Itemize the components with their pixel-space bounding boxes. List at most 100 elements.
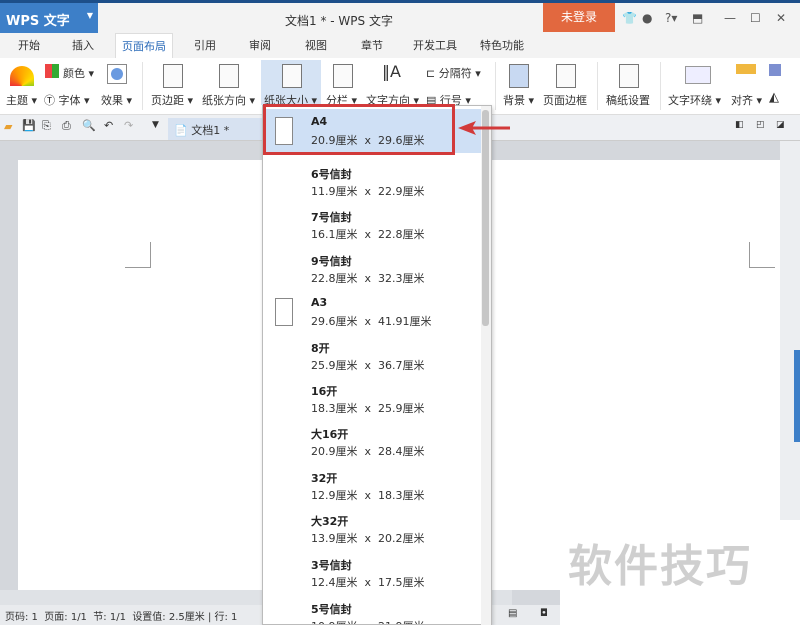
paper-size-name: 32开 bbox=[311, 472, 338, 485]
title-bar bbox=[0, 0, 800, 33]
paper-size-item[interactable]: 32开 12.9厘米 x 18.3厘米 bbox=[263, 464, 481, 508]
lamp-icon[interactable]: ◘ bbox=[540, 608, 548, 619]
tab-chapter[interactable]: 章节 bbox=[352, 33, 392, 58]
paper-size-icon bbox=[282, 64, 302, 88]
print-icon[interactable]: ⎙ bbox=[62, 119, 71, 133]
status-row: 行: 1 bbox=[214, 612, 238, 623]
paper-size-name: 5号信封 bbox=[311, 603, 352, 616]
paper-size-name: 大16开 bbox=[311, 428, 349, 441]
font-button[interactable]: Ⓣ 字体 ▾ bbox=[44, 92, 90, 108]
doc-status-icon[interactable]: ▤ bbox=[508, 608, 517, 619]
highlight-box bbox=[263, 104, 455, 155]
arrow-annotation-icon bbox=[458, 121, 510, 135]
output-icon[interactable]: ⎘ bbox=[42, 119, 51, 133]
paper-size-item[interactable]: A3 29.6厘米 x 41.91厘米 bbox=[263, 290, 481, 334]
close-icon[interactable]: ✕ bbox=[776, 11, 786, 25]
tab-view[interactable]: 视图 bbox=[296, 33, 336, 58]
undo-icon[interactable]: ↶ bbox=[104, 119, 113, 132]
tab-developer[interactable]: 开发工具 bbox=[405, 33, 465, 58]
layer-icon[interactable] bbox=[769, 64, 781, 76]
paper-size-dropdown: A4 20.9厘米 x 29.6厘米 6号信封 11.9厘米 x 22.9厘米 7号信封… bbox=[262, 105, 492, 625]
paper-size-dimensions: 18.3厘米 x 25.9厘米 bbox=[311, 402, 425, 415]
status-section: 节: 1/1 bbox=[93, 612, 126, 623]
margin-mark bbox=[125, 242, 151, 268]
tab-page-layout[interactable]: 页面布局 bbox=[115, 33, 173, 58]
doc-icon[interactable]: ◧ bbox=[735, 120, 744, 130]
paper-size-item[interactable]: 6号信封 11.9厘米 x 22.9厘米 bbox=[263, 160, 481, 204]
color-icon bbox=[45, 64, 59, 78]
paper-size-item[interactable]: 大16开 20.9厘米 x 28.4厘米 bbox=[263, 420, 481, 464]
paper-size-item[interactable]: 大32开 13.9厘米 x 20.2厘米 bbox=[263, 507, 481, 551]
columns-icon bbox=[333, 64, 353, 88]
paper-size-name: 6号信封 bbox=[311, 168, 352, 181]
history-icon[interactable]: ◰ bbox=[756, 120, 765, 130]
breaks-button[interactable]: ⊏ 分隔符 ▾ bbox=[426, 65, 481, 81]
maximize-icon[interactable]: ☐ bbox=[750, 11, 761, 25]
margin-mark bbox=[749, 242, 775, 268]
paper-size-name: 8开 bbox=[311, 342, 330, 355]
watermark: 软件技巧 bbox=[568, 541, 752, 592]
text-wrap-button[interactable]: 文字环绕 ▾ bbox=[668, 92, 721, 108]
paper-size-item[interactable]: 9号信封 22.8厘米 x 32.3厘米 bbox=[263, 247, 481, 291]
window-title: 文档1 * - WPS 文字 bbox=[285, 14, 393, 28]
paper-size-name: 16开 bbox=[311, 385, 338, 398]
effect-button[interactable]: 效果 ▾ bbox=[101, 92, 132, 108]
paper-size-name: 大32开 bbox=[311, 515, 349, 528]
color-button[interactable]: 颜色 ▾ bbox=[63, 65, 94, 81]
align-icon bbox=[736, 64, 756, 74]
paper-size-item[interactable]: 8开 25.9厘米 x 36.7厘米 bbox=[263, 334, 481, 378]
margins-button[interactable]: 页边距 ▾ bbox=[151, 92, 193, 108]
paper-size-dimensions: 13.9厘米 x 20.2厘米 bbox=[311, 532, 425, 545]
text-direction-icon: ‖A bbox=[382, 62, 401, 81]
margins-icon bbox=[163, 64, 183, 88]
restore-ribbon-icon[interactable]: ⬒ bbox=[692, 11, 703, 25]
page-border-button[interactable]: 页面边框 bbox=[543, 92, 587, 108]
paper-size-name: 9号信封 bbox=[311, 255, 352, 268]
minimize-icon[interactable]: — bbox=[724, 11, 736, 25]
login-button[interactable]: 未登录 bbox=[543, 3, 615, 32]
page-border-icon bbox=[556, 64, 576, 88]
paper-size-item[interactable]: 16开 18.3厘米 x 25.9厘米 bbox=[263, 377, 481, 421]
status-setting: 设置值: 2.5厘米 bbox=[132, 612, 205, 623]
paper-size-item[interactable]: 5号信封 10.9厘米 x 21.9厘米 bbox=[263, 595, 481, 624]
tab-references[interactable]: 引用 bbox=[185, 33, 225, 58]
status-pages: 页面: 1/1 bbox=[44, 612, 87, 623]
status-page-no: 页码: 1 bbox=[5, 612, 38, 623]
document-tab[interactable]: 📄 文档1 * bbox=[168, 118, 263, 140]
background-button[interactable]: 背景 ▾ bbox=[503, 92, 534, 108]
side-panel-toggle[interactable] bbox=[794, 350, 800, 442]
skin-icon[interactable]: 👕 bbox=[622, 11, 637, 25]
tab-review[interactable]: 审阅 bbox=[240, 33, 280, 58]
dropdown-scroll-thumb[interactable] bbox=[482, 110, 489, 326]
redo-icon[interactable]: ↷ bbox=[124, 119, 133, 132]
paper-size-dimensions: 25.9厘米 x 36.7厘米 bbox=[311, 359, 425, 372]
paper-size-item[interactable]: 3号信封 12.4厘米 x 17.5厘米 bbox=[263, 551, 481, 595]
open-icon[interactable]: ▰ bbox=[4, 120, 12, 133]
chat-icon[interactable]: ● bbox=[642, 11, 652, 25]
more-icon[interactable]: ▼ bbox=[152, 120, 159, 130]
tab-start[interactable]: 开始 bbox=[8, 33, 50, 58]
align-button[interactable]: 对齐 ▾ bbox=[731, 92, 762, 108]
manuscript-icon bbox=[619, 64, 639, 88]
orientation-button[interactable]: 纸张方向 ▾ bbox=[202, 92, 255, 108]
preview-icon[interactable]: 🔍 bbox=[82, 119, 96, 132]
help-icon[interactable]: ?▾ bbox=[665, 11, 677, 25]
paper-size-dimensions: 12.9厘米 x 18.3厘米 bbox=[311, 489, 425, 502]
tab-features[interactable]: 特色功能 bbox=[472, 33, 532, 58]
page-icon bbox=[275, 298, 293, 326]
manuscript-button[interactable]: 稿纸设置 bbox=[606, 92, 650, 108]
background-icon bbox=[509, 64, 529, 88]
rotate-icon[interactable]: ◭ bbox=[769, 90, 779, 105]
options-icon[interactable]: ◪ bbox=[776, 120, 785, 130]
paper-size-dimensions: 20.9厘米 x 28.4厘米 bbox=[311, 445, 425, 458]
paper-size-name: 3号信封 bbox=[311, 559, 352, 572]
save-icon[interactable]: 💾 bbox=[22, 119, 36, 132]
paper-size-dimensions: 11.9厘米 x 22.9厘米 bbox=[311, 185, 425, 198]
paper-size-name: 7号信封 bbox=[311, 211, 352, 224]
theme-button[interactable]: 主题 ▾ bbox=[6, 92, 37, 108]
app-menu-button[interactable]: WPS 文字 ▼ bbox=[0, 3, 98, 33]
paper-size-item[interactable]: 7号信封 16.1厘米 x 22.8厘米 bbox=[263, 203, 481, 247]
tab-insert[interactable]: 插入 bbox=[62, 33, 104, 58]
paper-size-dimensions: 12.4厘米 x 17.5厘米 bbox=[311, 576, 425, 589]
paper-size-dimensions: 22.8厘米 x 32.3厘米 bbox=[311, 272, 425, 285]
